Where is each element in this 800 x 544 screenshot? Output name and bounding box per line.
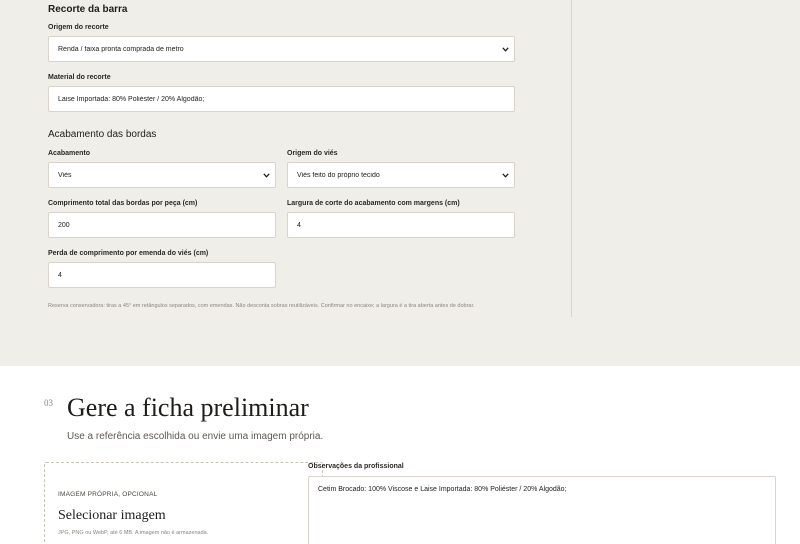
step-number: 03	[44, 398, 53, 408]
acabamento-value: Viés	[58, 171, 72, 179]
material-recorte-value: Laise Importada: 80% Poliéster / 20% Alg…	[58, 95, 205, 103]
bordas-note: Reserva conservadora: tiras a 45° em ret…	[48, 303, 475, 309]
origem-recorte-value: Renda / faixa pronta comprada de metro	[58, 45, 184, 53]
largura-value: 4	[297, 221, 301, 229]
upload-caption: IMAGEM PRÓPRIA, OPCIONAL	[58, 491, 158, 498]
comprimento-value: 200	[58, 221, 70, 229]
acabamento-label: Acabamento	[48, 150, 91, 157]
fabric-settings-panel: Recorte da barra Origem do recorte Renda…	[0, 0, 800, 366]
acabamento-select[interactable]: Viés	[48, 162, 276, 188]
upload-hint: JPG, PNG ou WebP, até 6 MB. A imagem não…	[58, 530, 209, 536]
perda-value: 4	[58, 271, 62, 279]
origem-recorte-select[interactable]: Renda / faixa pronta comprada de metro	[48, 36, 515, 62]
origem-vies-value: Viés feito do próprio tecido	[297, 171, 380, 179]
chevron-down-icon	[496, 37, 514, 61]
section-title-recorte: Recorte da barra	[48, 4, 128, 15]
origem-vies-label: Origem do viés	[287, 150, 338, 157]
observacoes-label: Observações da profissional	[308, 463, 404, 470]
largura-label: Largura de corte do acabamento com marge…	[287, 200, 460, 207]
origem-vies-select[interactable]: Viés feito do próprio tecido	[287, 162, 515, 188]
origem-recorte-label: Origem do recorte	[48, 24, 109, 31]
largura-input[interactable]: 4	[287, 212, 515, 238]
material-recorte-label: Material do recorte	[48, 74, 111, 81]
image-upload-dropzone[interactable]: IMAGEM PRÓPRIA, OPCIONAL Selecionar imag…	[44, 462, 323, 544]
observacoes-textarea[interactable]: Cetim Brocado: 100% Viscose e Laise Impo…	[308, 476, 776, 544]
chevron-down-icon	[257, 163, 275, 187]
comprimento-input[interactable]: 200	[48, 212, 276, 238]
column-divider	[571, 0, 572, 317]
perda-input[interactable]: 4	[48, 262, 276, 288]
comprimento-label: Comprimento total das bordas por peça (c…	[48, 200, 198, 207]
step-title: Gere a ficha preliminar	[67, 393, 309, 422]
step-subtitle: Use a referência escolhida ou envie uma …	[67, 431, 324, 442]
section-title-bordas: Acabamento das bordas	[48, 129, 157, 140]
chevron-down-icon	[496, 163, 514, 187]
perda-label: Perda de comprimento por emenda do viés …	[48, 250, 209, 257]
material-recorte-input[interactable]: Laise Importada: 80% Poliéster / 20% Alg…	[48, 86, 515, 112]
select-image-button[interactable]: Selecionar imagem	[58, 508, 166, 524]
